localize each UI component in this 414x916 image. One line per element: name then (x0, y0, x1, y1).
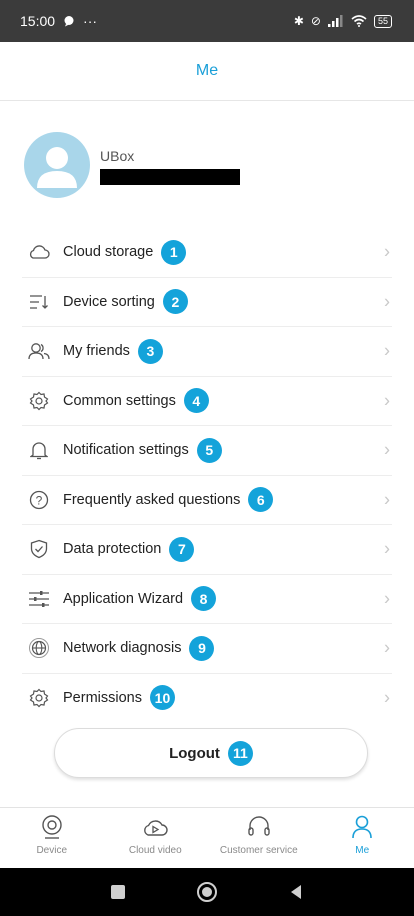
menu-label: Network diagnosis (63, 640, 182, 657)
menu-label: Application Wizard (63, 590, 184, 607)
tab-label: Customer service (219, 845, 298, 856)
avatar[interactable] (24, 132, 90, 198)
svg-text:?: ? (36, 493, 43, 507)
badge: 6 (248, 487, 274, 513)
system-nav-bar (0, 868, 414, 916)
tab-label: Me (355, 845, 370, 856)
shield-icon (27, 537, 51, 561)
menu-item-device-sorting[interactable]: Device sorting 2 › (22, 278, 392, 327)
badge: 9 (189, 635, 215, 661)
badge: 8 (191, 586, 217, 612)
menu-label: Notification settings (63, 442, 189, 459)
signal-icon (327, 15, 343, 27)
chevron-right-icon: › (384, 241, 390, 262)
cloud-icon (27, 240, 51, 264)
menu-item-application-wizard[interactable]: Application Wizard 8 › (22, 575, 392, 624)
redacted-account (100, 169, 240, 185)
sliders-icon (27, 587, 51, 611)
menu-label: Common settings (63, 392, 176, 409)
logout-button[interactable]: Logout 11 (54, 728, 368, 778)
logout-label: Logout (169, 744, 220, 762)
menu-item-permissions[interactable]: Permissions 10 › (22, 674, 392, 723)
badge: 1 (161, 239, 187, 265)
menu-item-my-friends[interactable]: My friends 3 › (22, 327, 392, 377)
bluetooth-icon: ✱ (293, 14, 304, 28)
gear-icon (27, 686, 51, 710)
chevron-right-icon: › (384, 637, 390, 658)
more-dots-icon: ··· (83, 13, 98, 29)
globe-icon (27, 636, 51, 660)
tab-label: Device (36, 845, 68, 856)
badge: 10 (149, 685, 175, 711)
badge: 4 (183, 388, 209, 414)
person-icon (352, 815, 373, 839)
back-icon[interactable] (288, 884, 304, 900)
menu-item-data-protection[interactable]: Data protection 7 › (22, 525, 392, 575)
menu-item-cloud-storage[interactable]: Cloud storage 1 › (22, 228, 392, 278)
menu-label: Frequently asked questions (63, 491, 241, 508)
cloud-play-icon (144, 820, 168, 836)
menu-label: My friends (63, 343, 130, 360)
chevron-right-icon: › (384, 340, 390, 361)
status-bar: 15:00 ··· ✱ ⊘ 55 (0, 0, 414, 42)
menu-label: Data protection (63, 541, 162, 558)
headset-icon (248, 816, 270, 836)
chevron-right-icon: › (384, 390, 390, 411)
profile-name: UBox (100, 148, 135, 164)
menu-label: Cloud storage (63, 244, 154, 261)
badge: 7 (169, 536, 195, 562)
friends-icon (27, 339, 51, 363)
menu-item-common-settings[interactable]: Common settings 4 › (22, 377, 392, 426)
tab-customer-service[interactable]: Customer service (207, 808, 311, 869)
wifi-icon (351, 15, 367, 27)
menu-label: Permissions (63, 689, 142, 706)
chat-bubble-icon (64, 16, 74, 27)
chevron-right-icon: › (384, 687, 390, 708)
badge: 5 (196, 437, 222, 463)
bottom-tab-bar: Device Cloud video Customer service Me (0, 807, 414, 869)
sort-icon (27, 290, 51, 314)
camera-icon (42, 815, 62, 839)
tab-cloud-video[interactable]: Cloud video (104, 808, 208, 869)
person-icon (37, 147, 77, 188)
logout-container: Logout 11 (54, 728, 368, 778)
menu-item-faq[interactable]: ? Frequently asked questions 6 › (22, 476, 392, 525)
header: Me (0, 42, 414, 101)
badge: 3 (137, 338, 163, 364)
question-icon: ? (27, 488, 51, 512)
tab-label: Cloud video (128, 845, 182, 856)
tab-device[interactable]: Device (0, 808, 104, 869)
bell-icon (27, 438, 51, 462)
menu-label: Device sorting (63, 293, 155, 310)
badge: 11 (227, 740, 253, 766)
chevron-right-icon: › (384, 588, 390, 609)
tab-me[interactable]: Me (311, 808, 414, 869)
home-icon[interactable] (196, 881, 218, 903)
chevron-right-icon: › (384, 291, 390, 312)
chevron-right-icon: › (384, 439, 390, 460)
gear-icon (27, 389, 51, 413)
chevron-right-icon: › (384, 538, 390, 559)
page-title: Me (195, 62, 219, 79)
chevron-right-icon: › (384, 489, 390, 510)
recent-apps-icon[interactable] (110, 884, 126, 900)
menu-item-notification-settings[interactable]: Notification settings 5 › (22, 426, 392, 476)
status-time: 15:00 (20, 13, 56, 29)
profile-card[interactable]: UBox (24, 132, 240, 198)
mute-icon: ⊘ (310, 14, 321, 28)
settings-menu: Cloud storage 1 › Device sorting 2 › My … (0, 228, 414, 722)
menu-item-network-diagnosis[interactable]: Network diagnosis 9 › (22, 624, 392, 674)
battery-icon: 55 (373, 14, 392, 28)
badge: 2 (162, 289, 188, 315)
